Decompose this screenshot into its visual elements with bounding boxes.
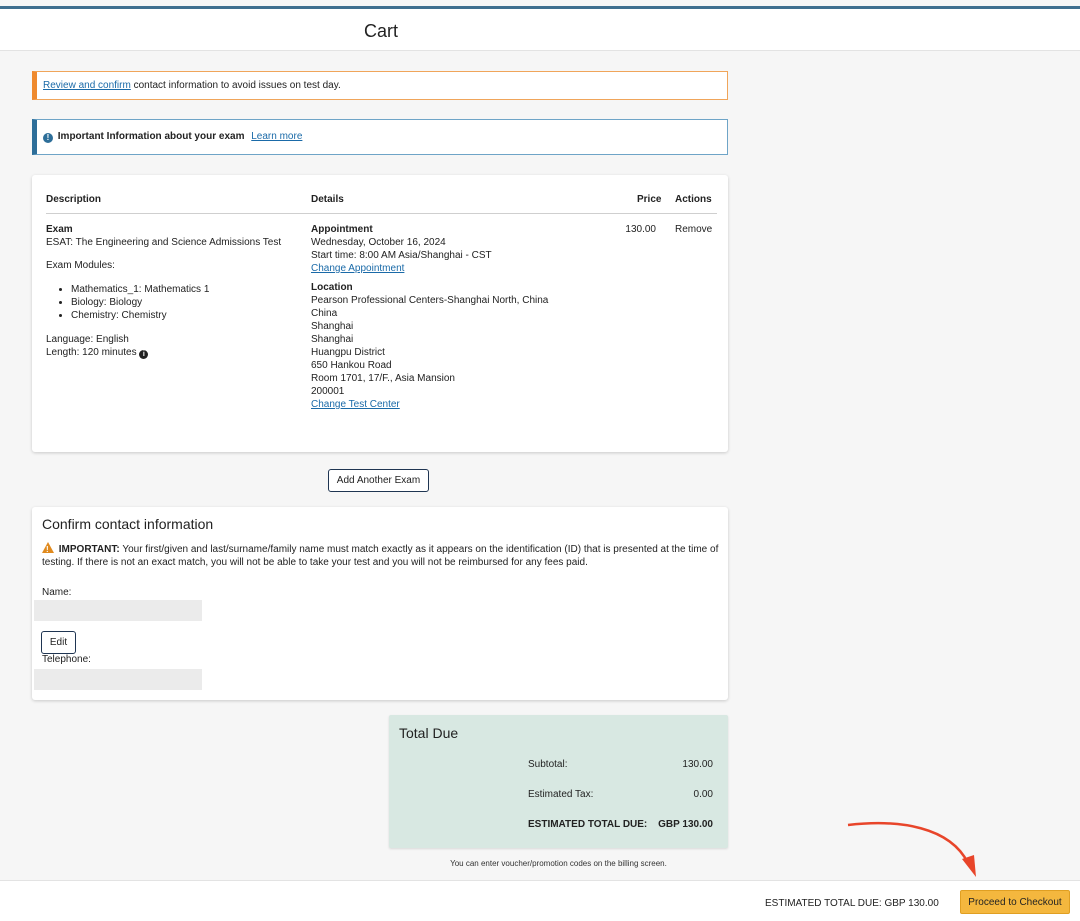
info-icon: ! [43,133,53,143]
important-notice: IMPORTANT: Your first/given and last/sur… [42,542,722,569]
annotation-arrow-icon [847,821,976,877]
exam-info-alert: ! Important Information about your exam … [32,119,728,155]
header-divider [46,213,717,214]
add-another-exam-button[interactable]: Add Another Exam [328,469,429,492]
details-cell: Appointment Wednesday, October 16, 2024 … [311,223,611,411]
exam-length: Length: 120 minutes [46,347,137,358]
module-item: Biology: Biology [71,296,306,309]
proceed-to-checkout-button[interactable]: Proceed to Checkout [960,890,1070,914]
module-item: Chemistry: Chemistry [71,309,306,322]
appointment-title: Appointment [311,224,373,235]
review-contact-alert: Review and confirm contact information t… [32,71,728,100]
tax-label: Estimated Tax: [528,789,594,800]
edit-contact-button[interactable]: Edit [41,631,76,654]
appointment-time: Start time: 8:00 AM Asia/Shanghai - CST [311,250,492,261]
review-alert-text: contact information to avoid issues on t… [133,80,341,91]
contact-title: Confirm contact information [42,516,214,532]
appointment-date: Wednesday, October 16, 2024 [311,237,446,248]
modules-label: Exam Modules: [46,260,115,271]
warning-icon [42,542,54,556]
header-price: Price [637,194,662,205]
location-line: 650 Hankou Road [311,360,392,371]
location-line: Room 1701, 17/F., Asia Mansion [311,373,455,384]
page-header: Cart [0,9,1080,51]
location-line: 200001 [311,386,345,397]
name-value-masked [34,600,202,621]
page-title: Cart [363,21,398,41]
module-item: Mathematics_1: Mathematics 1 [71,283,306,296]
subtotal-label: Subtotal: [528,759,568,770]
change-appointment-link[interactable]: Change Appointment [311,263,404,274]
important-text: Your first/given and last/surname/family… [42,544,719,568]
change-test-center-link[interactable]: Change Test Center [311,399,400,410]
review-confirm-link[interactable]: Review and confirm [43,80,131,91]
location-line: Huangpu District [311,347,385,358]
info-icon[interactable]: i [139,350,149,359]
important-label: IMPORTANT: [58,544,120,555]
location-line: Shanghai [311,334,354,345]
location-line: Shanghai [311,321,354,332]
telephone-value-masked [34,669,202,690]
subtotal-value: 130.00 [682,759,713,770]
description-cell: Exam ESAT: The Engineering and Science A… [46,223,306,359]
modules-list: Mathematics_1: Mathematics 1 Biology: Bi… [56,283,306,322]
header-description: Description [46,194,102,205]
footer-estimated-total: ESTIMATED TOTAL DUE: GBP 130.00 [765,898,939,909]
location-line: China [311,308,338,319]
name-label: Name: [42,587,72,598]
exam-language: Language: English [46,334,129,345]
total-value: GBP 130.00 [658,819,713,830]
exam-info-title: Important Information about your exam [57,131,245,142]
location-line: Pearson Professional Centers-Shanghai No… [311,295,549,306]
learn-more-link[interactable]: Learn more [251,131,302,142]
voucher-note: You can enter voucher/promotion codes on… [450,859,667,868]
total-due-title: Total Due [399,725,459,741]
remove-link[interactable]: Remove [675,223,712,236]
confirm-contact-card: Confirm contact information IMPORTANT: Y… [32,507,728,700]
total-label: ESTIMATED TOTAL DUE: [528,819,648,830]
location-title: Location [311,282,353,293]
header-actions: Actions [675,194,712,205]
checkout-footer: ESTIMATED TOTAL DUE: GBP 130.00 Proceed … [0,880,1080,921]
price-cell: 130.00 [625,224,656,235]
exam-length-row: Length: 120 minutes i [46,346,306,359]
telephone-label: Telephone: [42,654,91,665]
cart-table: Description Details Price Actions Exam E… [32,175,728,452]
exam-title: Exam [46,224,73,235]
exam-name: ESAT: The Engineering and Science Admiss… [46,237,282,248]
total-due-card: Total Due Subtotal: 130.00 Estimated Tax… [389,715,728,848]
tax-value: 0.00 [693,789,713,800]
header-details: Details [311,194,344,205]
